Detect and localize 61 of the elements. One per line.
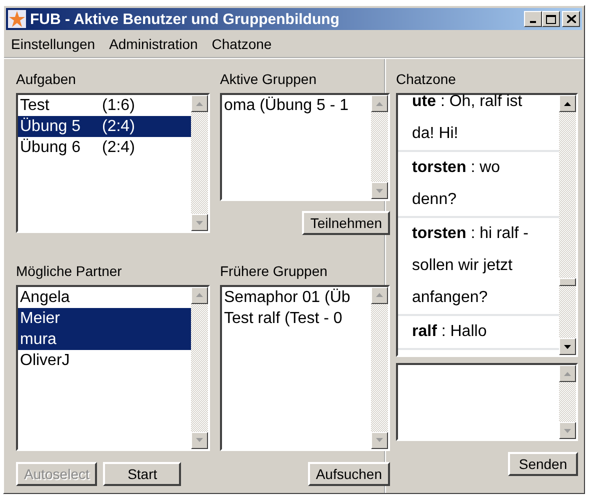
section-label: Aufgaben [16, 71, 76, 87]
scroll-down-button[interactable] [559, 422, 576, 439]
scroll-up-button[interactable] [191, 95, 208, 112]
scroll-down-button[interactable] [371, 182, 388, 199]
list-item[interactable]: Übung 6 (2:4) [18, 137, 191, 158]
message-input[interactable] [396, 363, 578, 441]
scroll-up-button[interactable] [191, 286, 208, 304]
list-item[interactable]: Test (1:6) [18, 95, 191, 116]
down-arrow-icon [196, 220, 203, 224]
scroll-thumb[interactable] [559, 278, 576, 286]
down-arrow-icon [196, 438, 203, 442]
down-arrow-icon [564, 428, 571, 432]
section-label: Chatzone [396, 71, 456, 87]
scrollbar[interactable] [371, 286, 388, 448]
up-arrow-icon [564, 372, 571, 376]
scroll-down-button[interactable] [191, 432, 208, 448]
scroll-up-button[interactable] [559, 365, 576, 382]
section-label: Mögliche Partner [16, 262, 122, 278]
join-button[interactable]: Teilnehmen [302, 211, 390, 235]
up-arrow-icon [196, 102, 203, 106]
down-arrow-icon [376, 438, 383, 442]
scroll-down-button[interactable] [371, 432, 388, 448]
maximize-icon [546, 14, 556, 24]
scrollbar[interactable] [371, 95, 388, 199]
up-arrow-icon [376, 293, 383, 297]
up-arrow-icon [196, 293, 203, 297]
maximize-button[interactable] [542, 11, 560, 27]
scrollbar[interactable] [191, 95, 208, 231]
scroll-up-button[interactable] [559, 95, 576, 112]
scrollbar[interactable] [559, 95, 576, 355]
menu-item[interactable]: Einstellungen [11, 36, 96, 52]
section-label: Aktive Gruppen [220, 71, 316, 87]
action-button[interactable]: Start [103, 462, 182, 486]
list-item[interactable]: Test ralf (Test - 0 [222, 308, 371, 328]
list-item[interactable]: OliverJ [18, 350, 191, 370]
list-item[interactable]: Meier [18, 308, 191, 328]
section-label: Frühere Gruppen [220, 262, 328, 278]
send-button[interactable]: Senden [508, 452, 578, 476]
scroll-up-button[interactable] [371, 95, 388, 112]
down-arrow-icon [564, 344, 571, 348]
close-button[interactable] [562, 11, 580, 27]
up-arrow-icon [564, 102, 571, 106]
list-item[interactable]: mura [18, 328, 191, 350]
scrollbar[interactable] [559, 365, 576, 439]
list-item[interactable]: Angela [18, 286, 191, 308]
window-title: FUB - Aktive Benutzer und Gruppenbildung [30, 10, 340, 28]
menu-item[interactable]: Chatzone [212, 36, 272, 52]
visit-button[interactable]: Aufsuchen [308, 462, 390, 486]
list-item[interactable]: Übung 5 (2:4) [18, 116, 191, 137]
list-item[interactable]: Semaphor 01 (Üb [222, 286, 371, 308]
list-item[interactable]: oma (Übung 5 - 1 [222, 95, 371, 116]
scrollbar[interactable] [191, 286, 208, 448]
star-icon [8, 10, 26, 28]
scroll-down-button[interactable] [559, 338, 576, 355]
scroll-down-button[interactable] [191, 214, 208, 231]
menu-item[interactable]: Administration [109, 36, 198, 52]
minimize-button[interactable] [524, 11, 542, 27]
close-icon [566, 15, 576, 23]
scroll-up-button[interactable] [371, 286, 388, 304]
up-arrow-icon [376, 102, 383, 106]
down-arrow-icon [376, 188, 383, 192]
